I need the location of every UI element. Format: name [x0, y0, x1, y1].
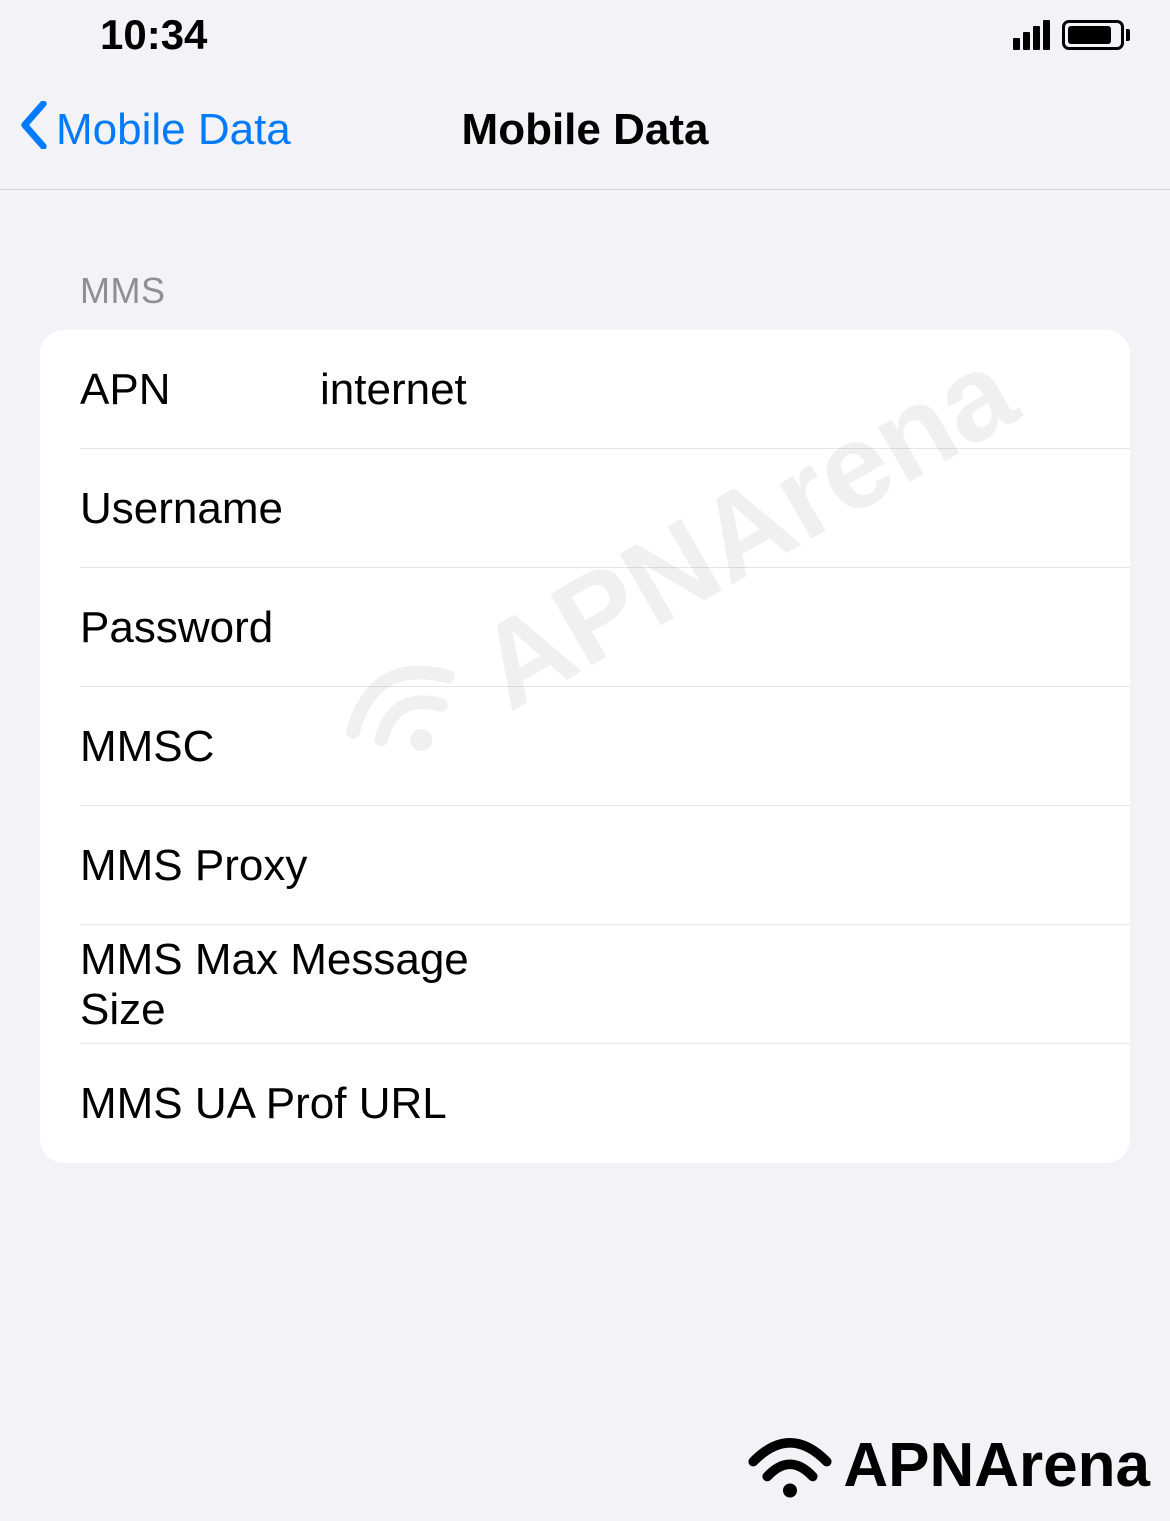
password-input[interactable] [320, 603, 1090, 653]
row-label: MMS UA Prof URL [80, 1079, 515, 1129]
row-apn[interactable]: APN [40, 330, 1130, 449]
row-mms-ua-prof-url[interactable]: MMS UA Prof URL [40, 1044, 1130, 1163]
row-label: MMS Proxy [80, 841, 515, 891]
status-time: 10:34 [100, 11, 207, 59]
mms-max-size-input[interactable] [515, 960, 1090, 1010]
footer-brand-text: APNArena [843, 1430, 1150, 1501]
back-label: Mobile Data [56, 105, 291, 155]
row-username[interactable]: Username [40, 449, 1130, 568]
wifi-icon [745, 1431, 835, 1501]
battery-icon [1062, 20, 1130, 50]
row-mmsc[interactable]: MMSC [40, 687, 1130, 806]
row-mms-proxy[interactable]: MMS Proxy [40, 806, 1130, 925]
back-button[interactable]: Mobile Data [20, 101, 291, 158]
page-title: Mobile Data [462, 105, 709, 155]
mmsc-input[interactable] [320, 722, 1090, 772]
row-label: MMSC [80, 722, 320, 772]
row-label: APN [80, 365, 320, 415]
row-mms-max-size[interactable]: MMS Max Message Size [40, 925, 1130, 1044]
settings-group-mms: APN Username Password MMSC MMS Proxy MMS… [40, 330, 1130, 1163]
apn-input[interactable] [320, 365, 1090, 415]
cellular-signal-icon [1013, 20, 1050, 50]
mms-proxy-input[interactable] [515, 841, 1090, 891]
content-area: MMS APN Username Password MMSC MMS Proxy [0, 190, 1170, 1163]
navigation-bar: Mobile Data Mobile Data [0, 70, 1170, 190]
username-input[interactable] [320, 484, 1090, 534]
footer-brand: APNArena [745, 1430, 1150, 1501]
status-indicators [1013, 20, 1130, 50]
row-label: MMS Max Message Size [80, 935, 515, 1035]
status-bar: 10:34 [0, 0, 1170, 70]
chevron-left-icon [20, 101, 48, 158]
section-header-mms: MMS [40, 270, 1130, 312]
row-password[interactable]: Password [40, 568, 1130, 687]
row-label: Username [80, 484, 320, 534]
mms-ua-prof-url-input[interactable] [515, 1079, 1090, 1129]
row-label: Password [80, 603, 320, 653]
